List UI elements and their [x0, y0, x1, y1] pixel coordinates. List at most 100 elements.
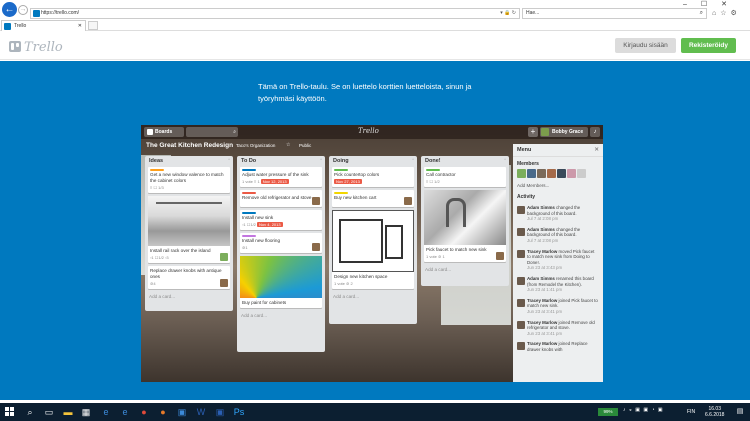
windows-start-icon[interactable] [5, 407, 15, 417]
search-icon[interactable]: ⌕ [700, 9, 703, 18]
battery-status[interactable]: 99% [598, 408, 618, 416]
card-title: Remove old refrigerator and stove [242, 195, 312, 200]
card[interactable]: Buy new kitchen cart [332, 190, 414, 207]
card-badges: ≡ ☐ 1/2 [426, 179, 440, 184]
card[interactable]: Call contractor ≡ ☐ 1/2 [424, 167, 506, 187]
star-icon[interactable]: ☆ [286, 142, 290, 148]
firefox-icon[interactable]: ● [157, 406, 169, 418]
trello-favicon-icon [4, 23, 11, 30]
browser-nav-bar: ← → https://trello.com/ ▾ 🔒 ↻ Hae... ⌕ ‒… [0, 0, 750, 21]
card[interactable]: Install rail rack over the island ▫1 ☐1/… [148, 196, 230, 263]
card[interactable]: Install new flooring ⊘1 [240, 233, 322, 253]
register-button[interactable]: Rekisteröidy [681, 38, 736, 53]
board-visibility[interactable]: Public [299, 143, 311, 148]
word-icon[interactable]: W [195, 406, 207, 418]
avatar[interactable] [557, 169, 566, 178]
edge-icon[interactable]: e [119, 406, 131, 418]
card-badges: ⊘1 [242, 245, 248, 250]
list-menu-icon[interactable]: ▫ [320, 157, 322, 163]
user-menu[interactable]: Bobby Grace [540, 127, 588, 137]
card[interactable]: Get a new window valence to match the ca… [148, 167, 230, 193]
card-badges: 1 vote ⊘ 2 [334, 281, 353, 286]
activity-item: Adam Simms changed the background of thi… [513, 224, 603, 246]
app-icon[interactable]: ▣ [214, 406, 226, 418]
list-title: Done! ▫ [425, 157, 506, 164]
list-menu-icon[interactable]: ▫ [412, 157, 414, 163]
tab-close-icon[interactable]: ✕ [78, 21, 82, 31]
boards-button[interactable]: Boards [144, 127, 184, 137]
outlook-icon[interactable]: ▣ [176, 406, 188, 418]
board-org[interactable]: Taco's Organization [236, 143, 275, 148]
board-name[interactable]: The Great Kitchen Redesign [146, 142, 233, 149]
list-menu-icon[interactable]: ▫ [228, 157, 230, 163]
new-tab-button[interactable] [88, 21, 98, 30]
avatar[interactable] [517, 169, 526, 178]
avatar[interactable] [577, 169, 586, 178]
card-badges: ▫1 ☐1/2 ▫3 [150, 255, 169, 260]
address-controls-icon[interactable]: ▾ 🔒 ↻ [500, 9, 516, 18]
list-todo: To Do ▫ Adjust water pressure of the sink… [237, 156, 325, 352]
card[interactable]: Design new kitchen space 1 vote ⊘ 2 [332, 210, 414, 289]
browser-toolbar-icons[interactable]: ⌂☆⚙ [712, 9, 741, 17]
card[interactable]: Remove old refrigerator and stove [240, 190, 322, 207]
file-explorer-icon[interactable]: ▬ [62, 406, 74, 418]
add-members-link[interactable]: Add Members... [513, 181, 603, 190]
card-title: Adjust water pressure of the sink [242, 172, 309, 177]
tab-trello[interactable]: Trello ✕ [1, 20, 86, 31]
trello-logo[interactable]: Trello [9, 40, 63, 55]
activity-item: Tracey Marlow joined Pick faucet to matc… [513, 295, 603, 317]
add-card-link[interactable]: Add a card... [148, 292, 230, 301]
system-tray-icons[interactable]: ♪ ◒ ▣ ▣ ◔ ▣ [623, 407, 664, 413]
member-avatars [513, 169, 603, 181]
card[interactable]: Replace drawer knobs with antique ones ⊘… [148, 266, 230, 289]
back-arrow-icon[interactable]: ← [2, 2, 17, 17]
board-topbar: Boards ⌕ Trello + Bobby Grace ♪ [141, 125, 603, 139]
search-box[interactable]: Hae... ⌕ [522, 8, 707, 19]
list-menu-icon[interactable]: ▫ [504, 157, 506, 163]
calculator-icon[interactable]: ▦ [80, 406, 92, 418]
activity-item: Tracey Marlow joined Remove old refriger… [513, 317, 603, 339]
avatar[interactable] [567, 169, 576, 178]
avatar [404, 197, 412, 205]
due-date-badge: Nov 4, 2013 [257, 222, 283, 227]
card[interactable]: Pick faucet to match new sink 1 vote ⊘ 1 [424, 190, 506, 262]
card-cover-image [332, 210, 414, 272]
task-view-icon[interactable]: ▭ [43, 406, 55, 418]
card-title: Get a new window valence to match the ca… [150, 172, 224, 183]
close-icon[interactable]: ✕ [594, 147, 599, 153]
card[interactable]: Buy paint for cabinets [240, 256, 322, 308]
address-bar[interactable]: https://trello.com/ ▾ 🔒 ↻ [30, 8, 520, 19]
avatar[interactable] [537, 169, 546, 178]
board-logo: Trello [358, 127, 379, 135]
avatar [496, 252, 504, 260]
card-badges: ⊘4 [150, 281, 156, 286]
activity-item: Tracey Marlow moved Pick faucet to match… [513, 246, 603, 273]
avatar[interactable] [527, 169, 536, 178]
notification-bell-icon[interactable]: ♪ [590, 127, 600, 137]
avatar[interactable] [547, 169, 556, 178]
add-card-link[interactable]: Add a card... [424, 265, 506, 274]
forward-arrow-icon[interactable]: → [18, 5, 28, 15]
board-search-icon[interactable]: ⌕ [186, 127, 238, 137]
card[interactable]: Pick countertop colors Nov 27, 2013 [332, 167, 414, 187]
chrome-icon[interactable]: ● [138, 406, 150, 418]
due-date-badge: Nov 27, 2013 [334, 179, 362, 184]
address-url[interactable]: https://trello.com/ [41, 9, 79, 18]
internet-explorer-icon[interactable]: e [100, 406, 112, 418]
notification-icon[interactable]: ▤ [735, 407, 745, 417]
list-ideas: Ideas ▫ Get a new window valence to match… [145, 156, 233, 311]
card-title: Pick countertop colors [334, 172, 380, 177]
add-icon[interactable]: + [528, 127, 538, 137]
card-cover-image [148, 196, 230, 246]
search-icon[interactable]: ⌕ [24, 406, 36, 418]
board-preview: Boards ⌕ Trello + Bobby Grace ♪ The Grea… [141, 125, 603, 382]
clock[interactable]: 16.03 6.6.2018 [705, 406, 724, 418]
card[interactable]: Adjust water pressure of the sink 1 vote… [240, 167, 322, 187]
window-controls[interactable]: ‒☐✕ [683, 0, 741, 8]
card[interactable]: Install new sink ▫1 ☐1/2 Nov 4, 2013 [240, 210, 322, 230]
language-indicator[interactable]: FIN [687, 409, 695, 415]
add-card-link[interactable]: Add a card... [332, 292, 414, 301]
login-button[interactable]: Kirjaudu sisään [615, 38, 676, 53]
add-card-link[interactable]: Add a card... [240, 311, 322, 320]
photoshop-icon[interactable]: Ps [233, 406, 245, 418]
